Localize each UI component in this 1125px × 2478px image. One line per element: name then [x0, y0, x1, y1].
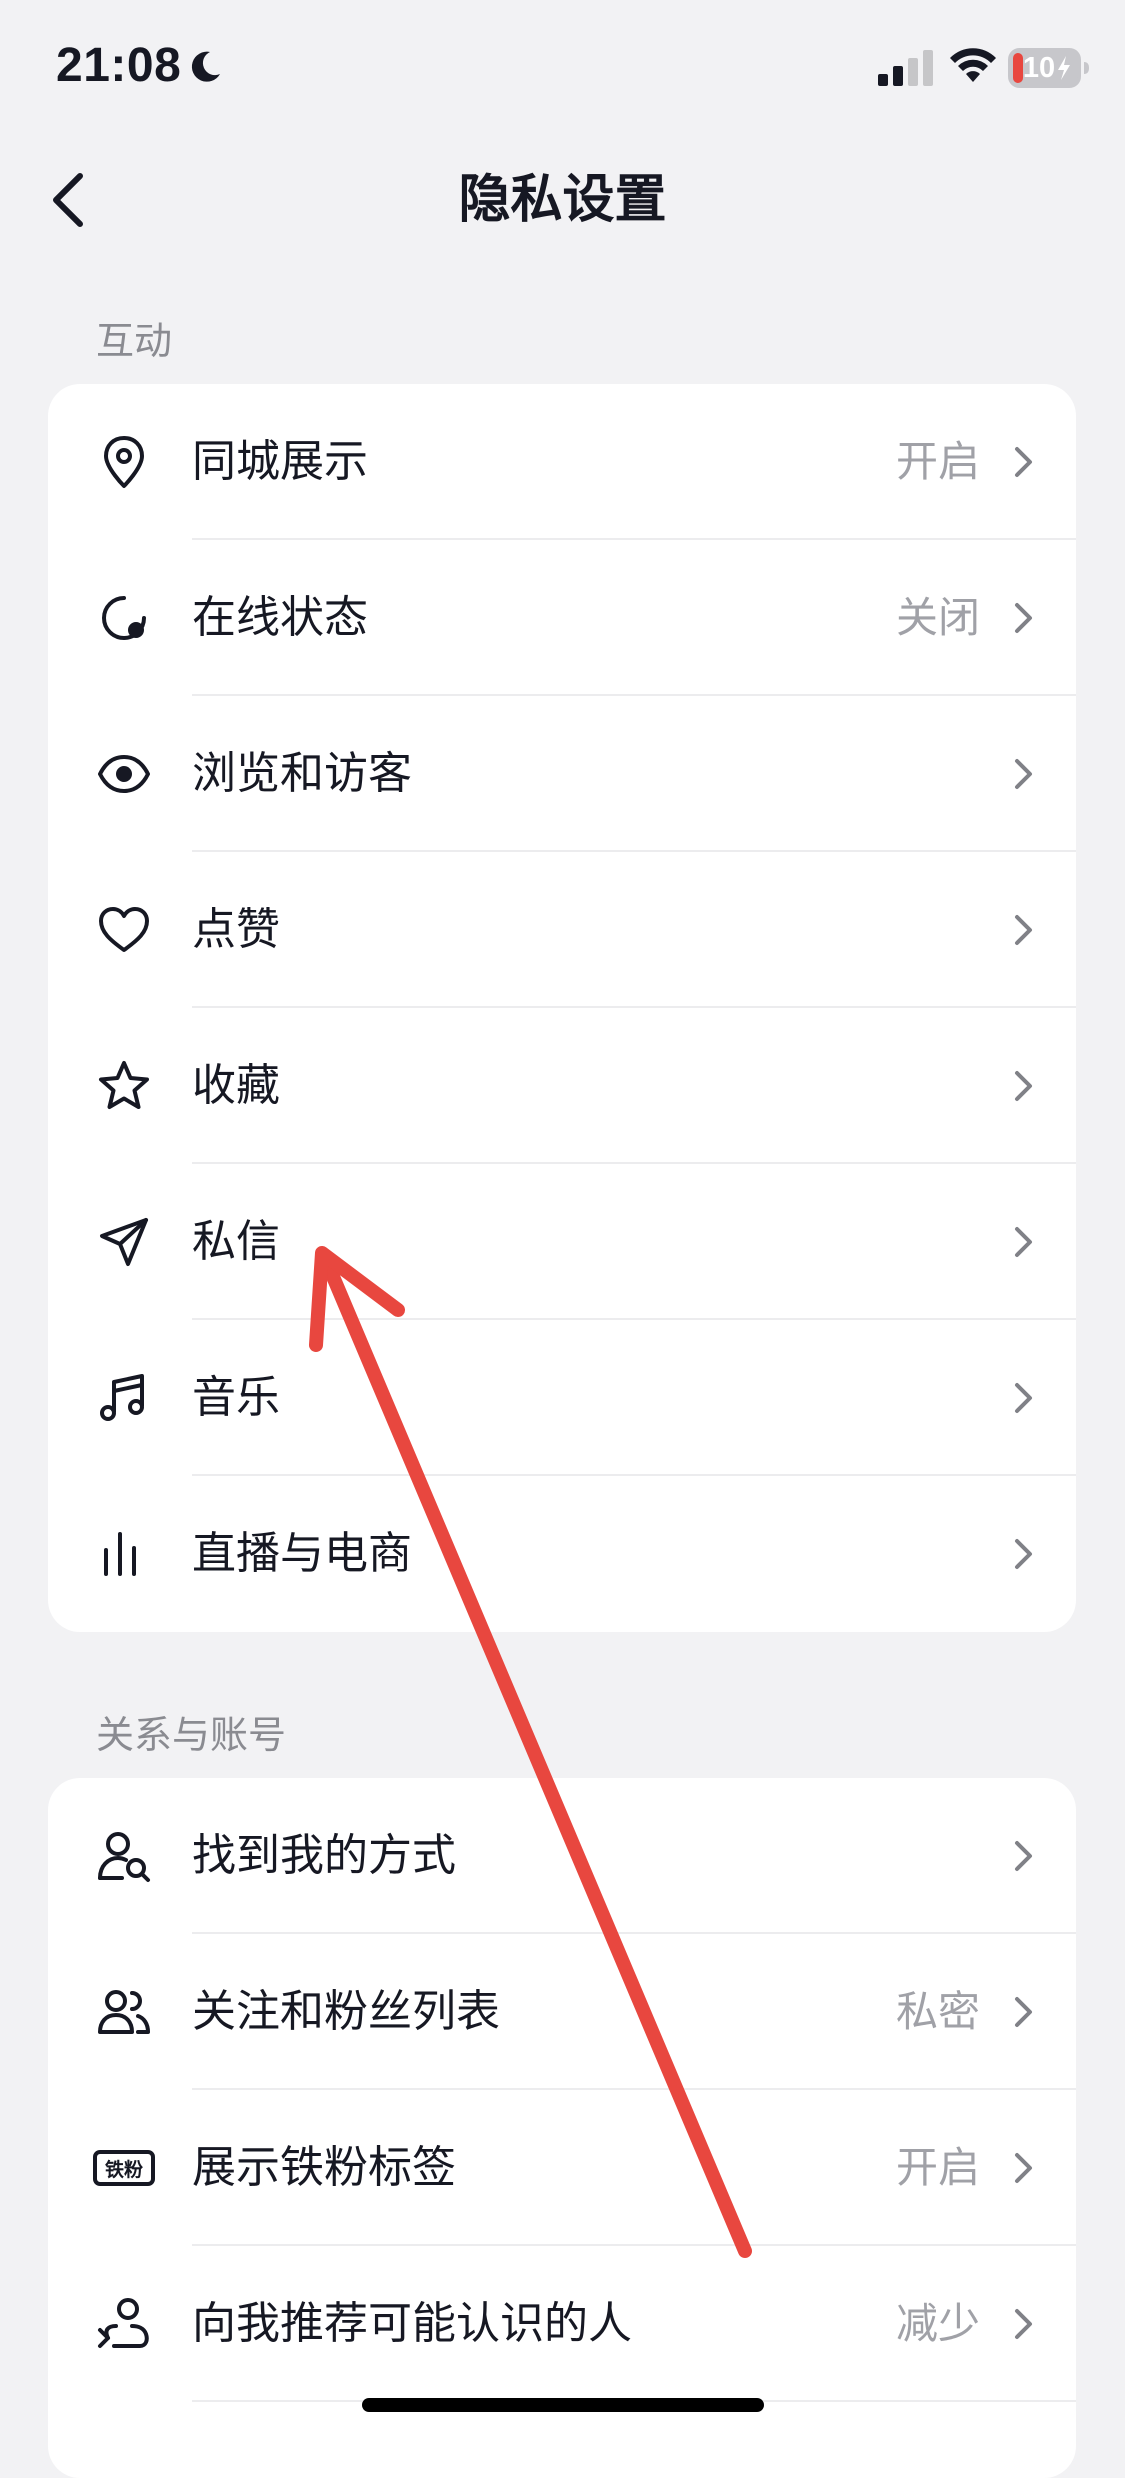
heart-icon	[99, 907, 149, 952]
signal-icon	[878, 50, 933, 86]
chevron-right-icon	[1015, 1539, 1032, 1569]
row-city-display[interactable]: 同城展示 开启	[48, 384, 1076, 540]
eye-icon	[98, 755, 150, 793]
row-label: 关注和粉丝列表	[192, 1986, 500, 2037]
row-browse-visitors[interactable]: 浏览和访客	[48, 696, 1076, 852]
row-label: 直播与电商	[192, 1528, 412, 1579]
page-title: 隐私设置	[458, 170, 667, 230]
row-value: 开启	[895, 437, 980, 486]
row-favorites[interactable]: 收藏	[48, 1008, 1076, 1164]
online-status-icon	[102, 596, 146, 640]
row-fan-badge[interactable]: 铁粉 展示铁粉标签 开启	[48, 2090, 1076, 2246]
row-value: 关闭	[895, 593, 980, 642]
star-icon	[99, 1061, 149, 1109]
chevron-right-icon	[1015, 603, 1032, 633]
chevron-right-icon	[1015, 2153, 1032, 2183]
chevron-right-icon	[1015, 447, 1032, 477]
row-music[interactable]: 音乐	[48, 1320, 1076, 1476]
row-label: 点赞	[192, 904, 280, 955]
relations-account-card: 找到我的方式 关注和粉丝列表 私密 铁粉 展示铁粉标签 开启 向我推荐可能认识的…	[48, 1778, 1076, 2478]
section-header-interaction: 互动	[96, 319, 173, 363]
chevron-right-icon	[1015, 759, 1032, 789]
row-label: 展示铁粉标签	[192, 2142, 456, 2193]
wifi-icon	[950, 48, 996, 82]
chevron-right-icon	[1015, 1383, 1032, 1413]
row-live-ecommerce[interactable]: 直播与电商	[48, 1476, 1076, 1632]
chevron-right-icon	[1015, 1227, 1032, 1257]
chevron-right-icon	[1015, 1071, 1032, 1101]
fan-badge-text: 铁粉	[105, 2158, 143, 2181]
row-label: 浏览和访客	[192, 748, 412, 799]
battery-level: 10	[1022, 52, 1056, 84]
fan-badge-icon: 铁粉	[93, 2150, 155, 2186]
section-header-relations-account: 关系与账号	[96, 1713, 287, 1757]
home-indicator[interactable]	[362, 2398, 764, 2412]
row-label: 找到我的方式	[192, 1830, 456, 1881]
chevron-right-icon	[1015, 2309, 1032, 2339]
chevron-right-icon	[1015, 1997, 1032, 2027]
row-online-status[interactable]: 在线状态 关闭	[48, 540, 1076, 696]
row-label: 私信	[192, 1216, 280, 1267]
row-recommend-people[interactable]: 向我推荐可能认识的人 减少	[48, 2246, 1076, 2402]
chevron-right-icon	[1015, 915, 1032, 945]
user-search-icon	[98, 1832, 150, 1882]
row-label: 收藏	[192, 1060, 280, 1111]
row-direct-messages[interactable]: 私信	[48, 1164, 1076, 1320]
row-label: 同城展示	[192, 436, 368, 487]
location-pin-icon	[104, 436, 144, 488]
status-time: 21:08	[56, 39, 182, 92]
moon-icon	[191, 51, 220, 82]
chevron-right-icon	[1015, 1841, 1032, 1871]
row-value: 减少	[895, 2299, 980, 2348]
row-likes[interactable]: 点赞	[48, 852, 1076, 1008]
status-bar: 21:08 10	[0, 0, 1125, 140]
row-label: 在线状态	[192, 592, 368, 643]
row-value: 开启	[895, 2143, 980, 2192]
user-recommend-icon	[98, 2298, 149, 2348]
paper-plane-icon	[100, 1218, 148, 1266]
row-follow-fans-list[interactable]: 关注和粉丝列表 私密	[48, 1934, 1076, 2090]
music-note-icon	[100, 1374, 144, 1421]
row-label: 音乐	[192, 1372, 280, 1423]
row-value: 私密	[895, 1987, 980, 2036]
bars-icon	[104, 1532, 136, 1576]
interaction-card: 同城展示 开启 在线状态 关闭 浏览和访客 点赞 收藏 私信 音乐 直播与电商	[48, 384, 1076, 1632]
row-find-me[interactable]: 找到我的方式	[48, 1778, 1076, 1934]
row-label: 向我推荐可能认识的人	[192, 2298, 632, 2349]
users-icon	[98, 1990, 150, 2034]
